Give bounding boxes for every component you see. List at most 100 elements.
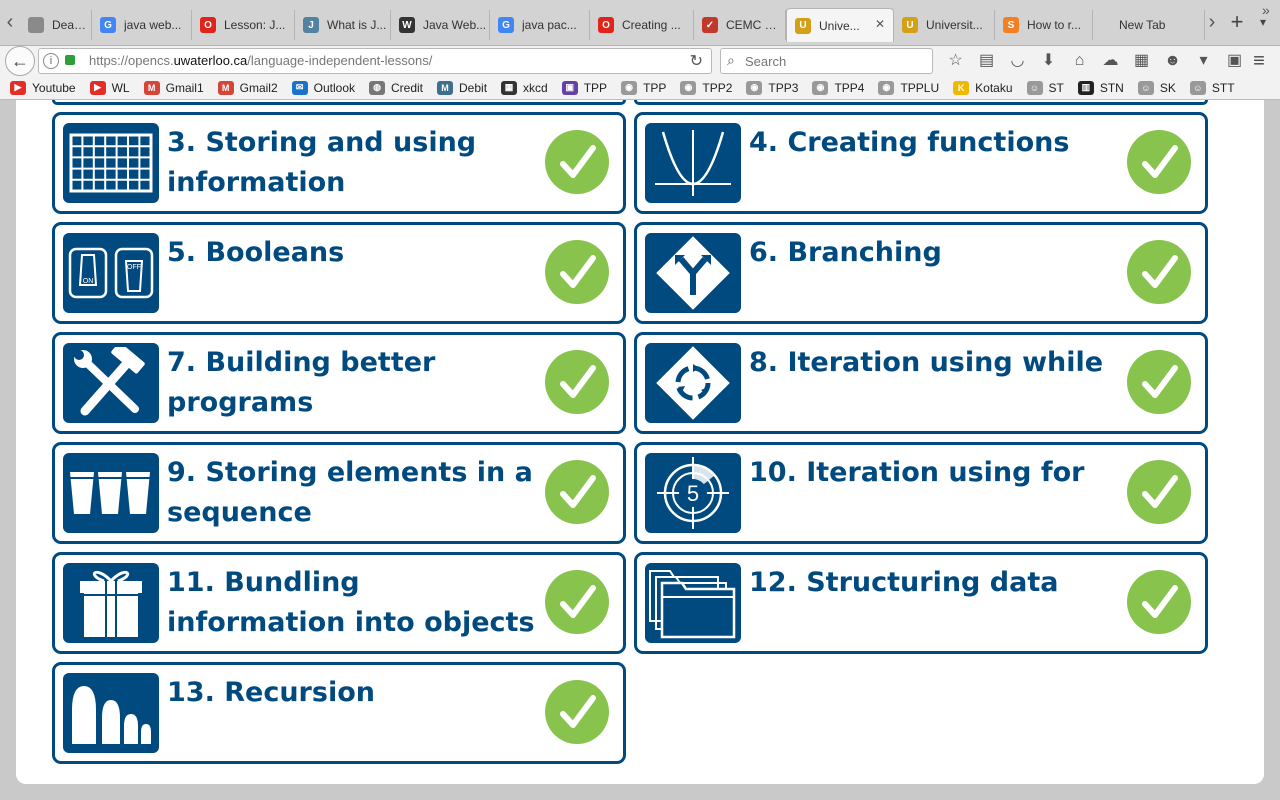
menu-icon[interactable]: ≡ <box>1244 48 1274 74</box>
search-input[interactable] <box>745 52 925 70</box>
url-text[interactable]: https://opencs.uwaterloo.ca/language-ind… <box>89 53 432 68</box>
address-bar[interactable]: i https://opencs.uwaterloo.ca/language-i… <box>38 48 712 74</box>
extension-calendar-icon[interactable]: ▦ <box>1126 48 1157 74</box>
bookmark-item[interactable]: ✉ Outlook <box>291 80 355 95</box>
bookmark-item[interactable]: ☺ STT <box>1189 80 1235 95</box>
tab-scroll-right-icon[interactable]: › <box>1202 8 1222 36</box>
downloads-icon[interactable]: ⬇ <box>1033 48 1064 74</box>
browser-tab[interactable]: O Lesson: J... <box>192 10 295 40</box>
search-bar[interactable]: ⌕ <box>720 48 933 74</box>
bookmark-label: Youtube <box>32 80 76 95</box>
reading-list-icon[interactable]: ▤ <box>971 48 1002 74</box>
site-info-icon[interactable]: i <box>43 53 59 69</box>
browser-tab[interactable]: Gjava pac... <box>490 10 590 40</box>
browser-tab[interactable]: U Unive... ✕ <box>786 8 894 42</box>
tab-scroll-left-icon[interactable]: ‹ <box>0 8 20 36</box>
completed-check-icon <box>1127 240 1191 304</box>
browser-tab[interactable]: S How to r... <box>995 10 1093 40</box>
lesson-card[interactable]: 7. Building better programs <box>52 332 626 434</box>
bookmark-item[interactable]: ◉ TPP2 <box>680 80 732 95</box>
bookmark-item[interactable]: ◉ TPPLU <box>878 80 939 95</box>
parabola-graph-icon <box>645 123 741 203</box>
wikipedia-icon: W <box>399 17 415 33</box>
home-icon[interactable]: ⌂ <box>1064 48 1095 74</box>
stackoverflow-icon: S <box>1003 17 1019 33</box>
lesson-title[interactable]: 11. Bundling information into objects <box>167 563 537 643</box>
bookmark-item[interactable]: ◉ TPP4 <box>812 80 865 95</box>
browser-tab[interactable]: J What is J... <box>295 10 391 40</box>
lesson-card[interactable]: 8. Iteration using while <box>634 332 1208 434</box>
completed-check-icon <box>545 130 609 194</box>
bookmark-item[interactable]: ▣ TPP <box>561 80 607 95</box>
m-icon: M <box>437 80 454 95</box>
back-button[interactable]: ← <box>5 46 35 76</box>
bookmarks-toolbar: ▶ Youtube ▶ WL M Gmail1 M Gmail2 ✉ Outlook ◍ Credit… <box>0 76 1280 100</box>
bookmark-item[interactable]: M Debit <box>437 80 487 95</box>
google-icon: G <box>100 17 116 33</box>
previous-lesson-card-edge[interactable] <box>634 100 1208 105</box>
checkbox-icon: ✓ <box>702 17 718 33</box>
bookmark-star-icon[interactable]: ☆ <box>940 48 971 74</box>
reddit-alien-icon: ☺ <box>1026 80 1043 95</box>
film-countdown-icon: 5 <box>645 453 741 533</box>
svg-text:5: 5 <box>687 481 699 506</box>
bookmark-item[interactable]: ▶ Youtube <box>10 80 76 95</box>
bookmark-item[interactable]: ◉ TPP <box>621 80 666 95</box>
lesson-card[interactable]: 4. Creating functions <box>634 112 1208 214</box>
lesson-title[interactable]: 6. Branching <box>749 233 1119 273</box>
lesson-title[interactable]: 10. Iteration using for <box>749 453 1119 493</box>
browser-tab[interactable]: O Creating ... <box>590 10 694 40</box>
reddit-icon: ◉ <box>878 80 895 95</box>
bookmark-item[interactable]: K Kotaku <box>953 80 1013 95</box>
lesson-card[interactable]: 9. Storing elements in a sequence <box>52 442 626 544</box>
previous-lesson-card-edge[interactable] <box>52 100 626 105</box>
lesson-title[interactable]: 8. Iteration using while <box>749 343 1119 383</box>
browser-tab[interactable]: U Universit... <box>894 10 995 40</box>
lesson-card[interactable]: 11. Bundling information into objects <box>52 552 626 654</box>
bookmark-label: xkcd <box>523 80 548 95</box>
extension-menu-arrow-icon[interactable]: ▾ <box>1188 48 1219 74</box>
tab-label: New Tab <box>1119 18 1166 32</box>
bookmark-label: TPP4 <box>834 80 865 95</box>
reload-icon[interactable]: ↻ <box>690 51 703 71</box>
bookmark-item[interactable]: ◍ Credit <box>369 80 423 95</box>
lesson-card[interactable]: ON OFF 5. Booleans <box>52 222 626 324</box>
browser-tab[interactable]: New Tab <box>1093 10 1205 40</box>
completed-check-icon <box>545 680 609 744</box>
browser-tab[interactable]: W Java Web... <box>391 10 490 40</box>
bookmark-item[interactable]: ☺ SK <box>1137 80 1176 95</box>
page-content: 3. Storing and using information 4. Creat… <box>16 100 1264 784</box>
lesson-card[interactable]: 13. Recursion <box>52 662 626 764</box>
bookmark-item[interactable]: ☺ ST <box>1026 80 1064 95</box>
bookmark-label: TPP3 <box>768 80 799 95</box>
bookmark-item[interactable]: ◉ TPP3 <box>746 80 799 95</box>
globe-icon: ◍ <box>369 80 385 95</box>
uwaterloo-shield-icon: U <box>902 17 918 33</box>
lesson-title[interactable]: 13. Recursion <box>167 673 537 713</box>
bookmark-item[interactable]: ▦ xkcd <box>501 80 548 95</box>
browser-tab[interactable]: Deadlines... <box>20 10 92 40</box>
bookmark-item[interactable]: M Gmail1 <box>143 80 204 95</box>
lesson-title[interactable]: 4. Creating functions <box>749 123 1119 163</box>
browser-tab[interactable]: Gjava web... <box>92 10 192 40</box>
lesson-card[interactable]: 5 10. Iteration using for <box>634 442 1208 544</box>
lesson-title[interactable]: 9. Storing elements in a sequence <box>167 453 537 533</box>
lesson-title[interactable]: 3. Storing and using information <box>167 123 537 203</box>
bookmark-item[interactable]: M Gmail2 <box>217 80 278 95</box>
extension-face-icon[interactable]: ☻ <box>1157 48 1188 74</box>
chat-icon[interactable]: ☁ <box>1095 48 1126 74</box>
pocket-icon[interactable]: ◡ <box>1002 48 1033 74</box>
lesson-card[interactable]: 12. Structuring data <box>634 552 1208 654</box>
lesson-card[interactable]: 3. Storing and using information <box>52 112 626 214</box>
new-tab-button[interactable]: + <box>1226 8 1248 36</box>
lesson-title[interactable]: 5. Booleans <box>167 233 537 273</box>
lesson-title[interactable]: 12. Structuring data <box>749 563 1119 603</box>
bookmarks-overflow-icon[interactable]: » <box>1262 2 1270 18</box>
bookmark-item[interactable]: ▶ WL <box>89 80 130 95</box>
completed-check-icon <box>1127 460 1191 524</box>
lesson-title[interactable]: 7. Building better programs <box>167 343 537 423</box>
lesson-card[interactable]: 6. Branching <box>634 222 1208 324</box>
browser-tab[interactable]: ✓ CEMC Co... <box>694 10 786 40</box>
bookmark-item[interactable]: ▥ STN <box>1077 80 1124 95</box>
close-tab-icon[interactable]: ✕ <box>875 17 885 31</box>
